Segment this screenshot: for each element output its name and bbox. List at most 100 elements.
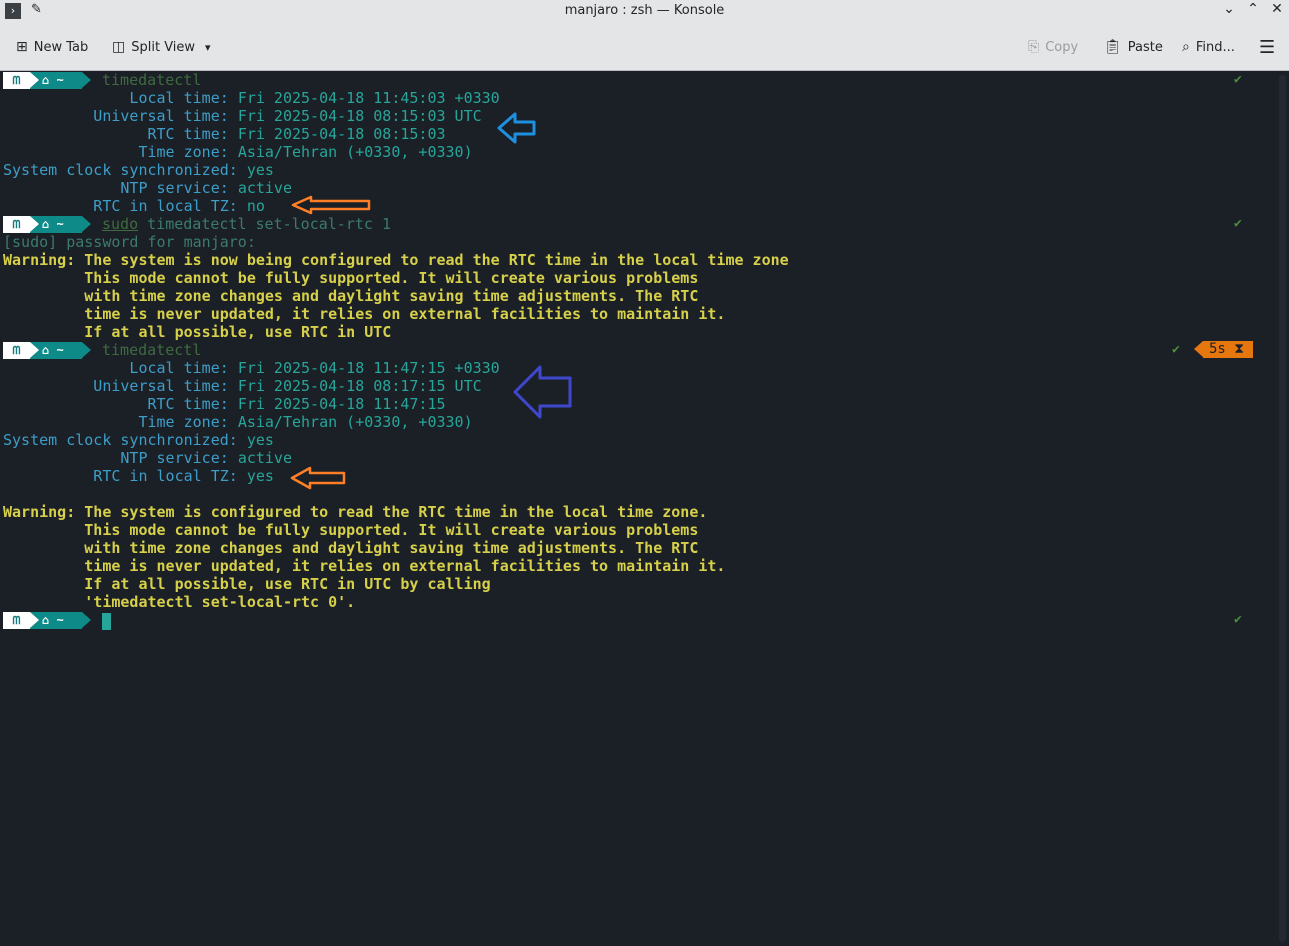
home-icon: ⌂	[42, 73, 50, 87]
warning-line: time is never updated, it relies on exte…	[3, 557, 726, 575]
output-line: RTC time: Fri 2025-04-18 11:47:15	[3, 395, 446, 413]
command-text: timedatectl	[102, 341, 202, 359]
paste-icon: 📋︎	[1104, 39, 1122, 55]
maximize-chevron-up-icon[interactable]: ⌃	[1244, 1, 1262, 17]
split-view-label: Split View	[131, 39, 196, 55]
toolbar: ⊞ New Tab ◫ Split View ▾ ⎘ Copy 📋︎ Paste…	[0, 22, 1289, 71]
close-icon[interactable]: ✕	[1268, 1, 1286, 17]
output-line: System clock synchronized: yes	[3, 161, 274, 179]
new-tab-label: New Tab	[33, 39, 89, 55]
command-text: timedatectl	[102, 71, 202, 89]
output-line: Time zone: Asia/Tehran (+0330, +0330)	[3, 413, 473, 431]
output-line: RTC in local TZ: no	[3, 197, 265, 215]
output-key: Universal time:	[3, 377, 238, 395]
warning-line: with time zone changes and daylight savi…	[3, 287, 699, 305]
search-icon: ⌕	[1182, 39, 1190, 55]
check-icon: ✔	[1234, 216, 1242, 231]
output-key: Time zone:	[3, 413, 238, 431]
output-value: active	[237, 179, 292, 197]
text-cursor[interactable]	[102, 613, 111, 630]
os-segment: ᗰ	[3, 72, 39, 89]
output-value: yes	[246, 467, 274, 485]
output-line: Time zone: Asia/Tehran (+0330, +0330)	[3, 143, 473, 161]
terminal-view[interactable]: ᗰ ⌂ ~ timedatectl ✔ Local time: Fri 2025…	[0, 71, 1276, 946]
warning-text: The system is now being configured to re…	[75, 251, 789, 269]
prompt: ᗰ ⌂ ~	[3, 216, 91, 233]
warning-label: Warning:	[3, 251, 76, 269]
warning-line: Warning: The system is now being configu…	[3, 251, 789, 269]
output-line: RTC time: Fri 2025-04-18 08:15:03	[3, 125, 445, 143]
home-icon: ⌂	[42, 217, 50, 231]
output-key: RTC in local TZ:	[3, 467, 247, 485]
duration-badge: 5s ⧗	[1194, 341, 1253, 358]
output-value: yes	[246, 431, 274, 449]
output-value: Fri 2025-04-18 08:17:15 UTC	[237, 377, 482, 395]
output-line: Universal time: Fri 2025-04-18 08:17:15 …	[3, 377, 482, 395]
output-key: Universal time:	[3, 107, 238, 125]
dir-label: ~	[56, 613, 64, 627]
output-line: Local time: Fri 2025-04-18 11:47:15 +033…	[3, 359, 499, 377]
output-value: Asia/Tehran (+0330, +0330)	[237, 143, 473, 161]
new-tab-icon: ⊞	[16, 39, 28, 55]
output-line: RTC in local TZ: yes	[3, 467, 274, 485]
title-bar: › ✎ manjaro : zsh — Konsole ⌄ ⌃ ✕	[0, 0, 1289, 22]
minimize-chevron-down-icon[interactable]: ⌄	[1220, 1, 1238, 17]
check-icon: ✔	[1234, 72, 1242, 87]
orange-arrow-annotation	[291, 195, 371, 215]
output-key: Local time:	[3, 89, 238, 107]
dir-label: ~	[56, 73, 64, 87]
copy-button[interactable]: ⎘ Copy	[1028, 36, 1078, 58]
find-button[interactable]: ⌕ Find...	[1182, 36, 1235, 58]
paste-button[interactable]: 📋︎ Paste	[1104, 36, 1163, 58]
output-key: Time zone:	[3, 143, 238, 161]
copy-label: Copy	[1045, 39, 1079, 55]
command-line: sudo timedatectl set-local-rtc 1	[102, 215, 391, 233]
sudo-text: sudo	[102, 215, 139, 233]
warning-line: This mode cannot be fully supported. It …	[3, 269, 699, 287]
prompt: ᗰ ⌂ ~	[3, 72, 91, 89]
output-key: RTC in local TZ:	[3, 197, 247, 215]
warning-line: time is never updated, it relies on exte…	[3, 305, 726, 323]
new-tab-button[interactable]: ⊞ New Tab	[16, 36, 88, 58]
orange-arrow-annotation	[290, 466, 346, 490]
output-line: System clock synchronized: yes	[3, 431, 274, 449]
warning-label: Warning:	[3, 503, 76, 521]
hamburger-menu-icon: ☰	[1259, 36, 1276, 58]
dir-label: ~	[56, 343, 64, 357]
hourglass-icon: ⧗	[1234, 341, 1245, 357]
home-icon: ⌂	[42, 613, 50, 627]
command-text: timedatectl set-local-rtc 1	[147, 215, 391, 233]
dir-label: ~	[56, 217, 64, 231]
output-line: Local time: Fri 2025-04-18 11:45:03 +033…	[3, 89, 499, 107]
find-label: Find...	[1195, 39, 1235, 55]
output-line: NTP service: active	[3, 449, 292, 467]
output-key: System clock synchronized:	[3, 161, 247, 179]
output-line: Universal time: Fri 2025-04-18 08:15:03 …	[3, 107, 482, 125]
check-icon: ✔	[1234, 612, 1242, 627]
blue-arrow-annotation	[513, 365, 572, 419]
split-view-button[interactable]: ◫ Split View ▾	[112, 36, 211, 58]
output-value: Fri 2025-04-18 11:47:15	[237, 395, 446, 413]
os-segment: ᗰ	[3, 216, 39, 233]
output-key: NTP service:	[3, 179, 238, 197]
os-segment: ᗰ	[3, 342, 39, 359]
sudo-password-line: [sudo] password for manjaro:	[3, 233, 256, 251]
output-key: NTP service:	[3, 449, 238, 467]
output-value: yes	[246, 161, 274, 179]
output-key: RTC time:	[3, 125, 238, 143]
output-value: no	[246, 197, 265, 215]
home-icon: ⌂	[42, 343, 50, 357]
hamburger-menu-button[interactable]: ☰	[1259, 36, 1275, 58]
warning-line: This mode cannot be fully supported. It …	[3, 521, 699, 539]
output-line: NTP service: active	[3, 179, 292, 197]
output-value: Asia/Tehran (+0330, +0330)	[237, 413, 473, 431]
blue-arrow-annotation	[497, 112, 536, 144]
output-key: RTC time:	[3, 395, 238, 413]
output-value: Fri 2025-04-18 08:15:03 UTC	[237, 107, 482, 125]
scrollbar[interactable]	[1276, 71, 1289, 946]
copy-icon: ⎘	[1028, 39, 1040, 55]
scrollbar-track[interactable]	[1279, 75, 1286, 942]
warning-line: with time zone changes and daylight savi…	[3, 539, 699, 557]
warning-line: If at all possible, use RTC in UTC by ca…	[3, 575, 491, 593]
prompt: ᗰ ⌂ ~	[3, 342, 91, 359]
